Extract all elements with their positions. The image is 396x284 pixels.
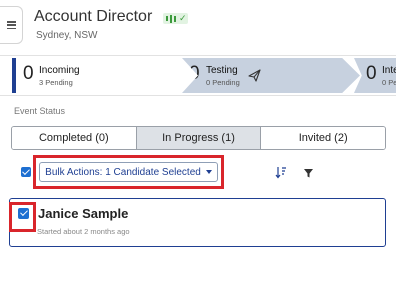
tab-in-progress[interactable]: In Progress (1) — [135, 127, 261, 149]
check-icon: ✓ — [179, 13, 187, 23]
stage-pending: 0 Pen — [382, 78, 396, 87]
stage-pending: 3 Pending — [39, 78, 73, 87]
candidate-name[interactable]: Janice Sample — [38, 206, 128, 221]
pipeline-stages: 0 Incoming 3 Pending 0 Testing 0 Pending… — [0, 55, 396, 96]
stage-count: 0 — [189, 63, 200, 84]
filter-icon[interactable] — [304, 169, 313, 178]
event-status-label: Event Status — [14, 106, 66, 116]
paper-plane-icon — [248, 69, 261, 82]
event-status-tabs: Completed (0) In Progress (1) Invited (2… — [11, 126, 386, 150]
hamburger-icon — [6, 21, 16, 29]
page-title: Account Director — [34, 8, 153, 25]
bulk-actions-label: Bulk Actions: 1 Candidate Selected — [45, 166, 201, 178]
stage-name: Testing — [206, 65, 238, 76]
sort-icon[interactable] — [275, 166, 287, 179]
candidate-started: Started about 2 months ago — [37, 227, 130, 236]
tab-completed[interactable]: Completed (0) — [12, 127, 136, 149]
bulk-actions-dropdown[interactable]: Bulk Actions: 1 Candidate Selected — [39, 162, 218, 182]
candidate-checkbox[interactable] — [18, 208, 29, 219]
stage-pending: 0 Pending — [206, 78, 240, 87]
tab-invited[interactable]: Invited (2) — [260, 127, 385, 149]
job-location: Sydney, NSW — [36, 30, 98, 41]
menu-button[interactable] — [0, 6, 23, 44]
stage-incoming[interactable]: 0 Incoming 3 Pending — [12, 58, 188, 93]
stage-count: 0 — [366, 63, 377, 84]
status-badge: ✓ — [163, 13, 188, 24]
select-all-checkbox[interactable] — [21, 167, 31, 177]
stage-name: Incoming — [39, 65, 80, 76]
stage-interview[interactable]: 0 Inte 0 Pen — [354, 58, 396, 93]
stage-testing[interactable]: 0 Testing 0 Pending — [182, 58, 360, 93]
stage-count: 0 — [23, 63, 34, 84]
stage-name: Inte — [382, 65, 396, 76]
caret-down-icon — [205, 170, 212, 174]
